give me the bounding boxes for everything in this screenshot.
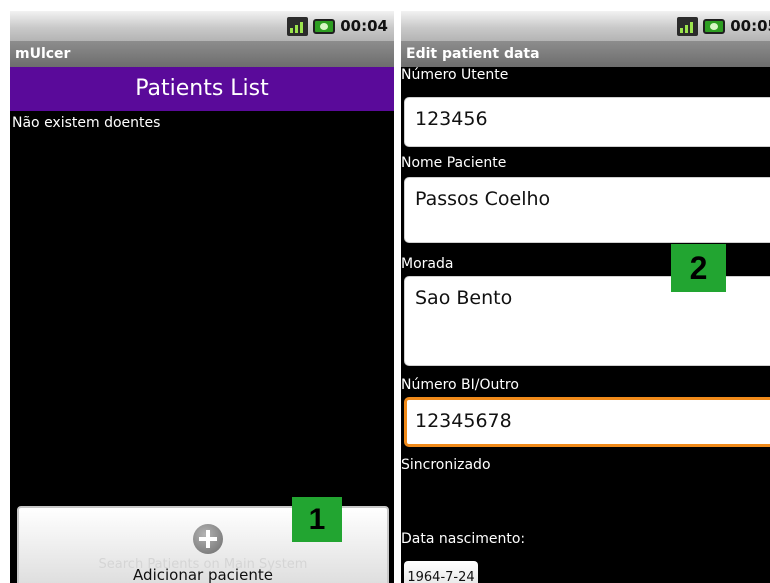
address-label: Morada — [401, 256, 454, 272]
annotation-badge-1: 1 — [292, 497, 342, 542]
annotation-badge-2: 2 — [671, 244, 726, 292]
edit-patient-screen: 00:05 Edit patient data Número Utente 12… — [401, 11, 770, 583]
patient-number-field[interactable]: 123456 — [404, 97, 770, 147]
birth-date-label: Data nascimento: — [401, 531, 526, 547]
patient-number-label: Número Utente — [401, 67, 509, 83]
empty-list-message: Não existem doentes — [12, 115, 161, 131]
clock: 00:05 — [730, 17, 770, 35]
plus-icon — [193, 524, 223, 554]
status-bar: 00:04 — [10, 11, 394, 41]
id-number-label: Número BI/Outro — [401, 377, 519, 393]
battery-icon — [703, 18, 726, 34]
add-patient-label: Adicionar paciente — [133, 566, 273, 583]
status-bar: 00:05 — [401, 11, 770, 41]
battery-icon — [313, 18, 336, 34]
clock: 00:04 — [340, 17, 388, 35]
birth-date-button[interactable]: 1964-7-24 — [404, 561, 478, 583]
sync-label: Sincronizado — [401, 457, 491, 473]
id-number-field[interactable]: 12345678 — [404, 397, 770, 447]
patient-name-label: Nome Paciente — [401, 155, 507, 171]
patient-name-field[interactable]: Passos Coelho — [404, 177, 770, 243]
signal-icon — [287, 16, 309, 36]
screen-title: Edit patient data — [401, 41, 770, 67]
app-title: mUlcer — [10, 41, 394, 67]
signal-icon — [677, 16, 699, 36]
patients-list-header: Patients List — [10, 67, 394, 111]
